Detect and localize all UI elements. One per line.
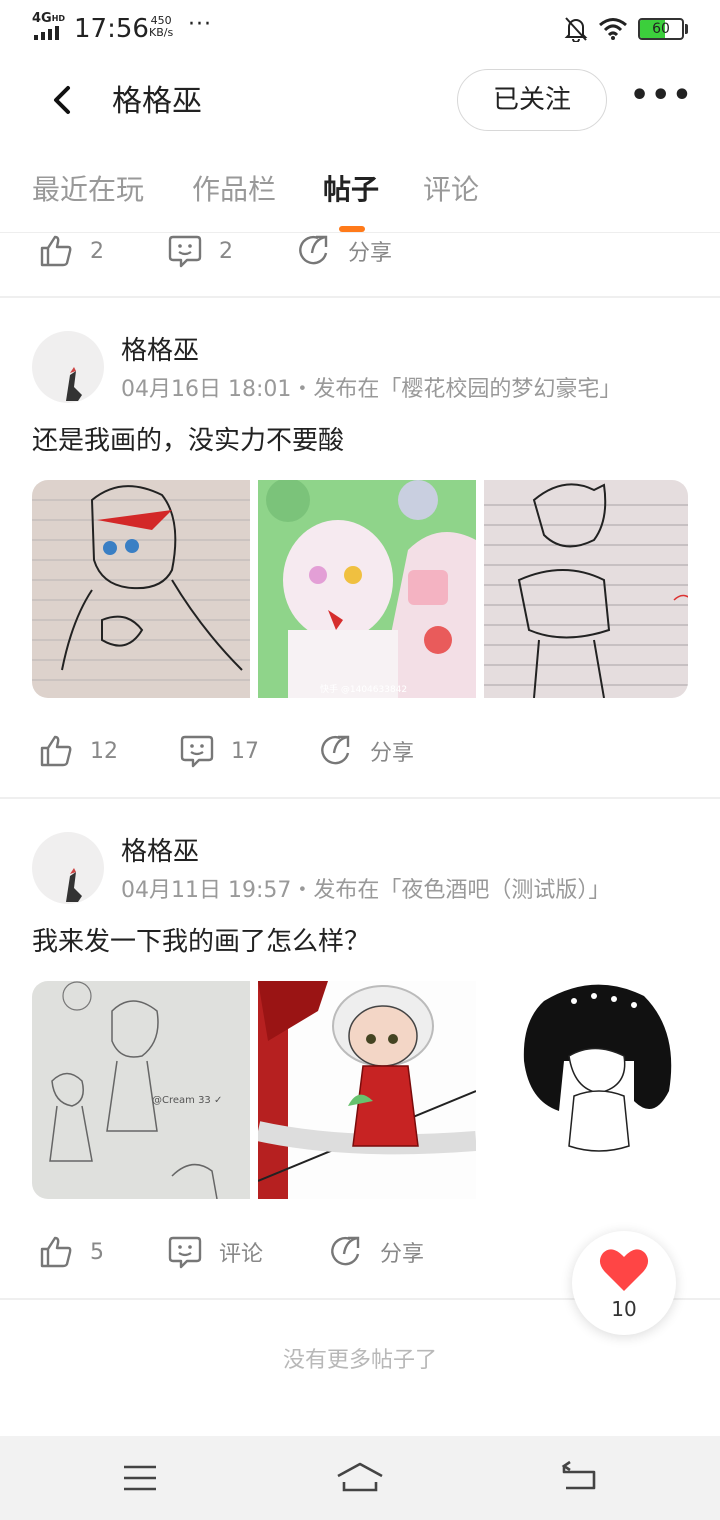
author-name[interactable]: 格格巫 [121,334,199,368]
comment-icon [180,735,214,768]
signal-icon [34,26,64,40]
avatar[interactable] [32,331,104,403]
network-speed: 450 KB/s [149,15,173,39]
share-button[interactable]: 分享 [328,1222,424,1282]
like-button[interactable]: 12 [38,721,118,781]
system-nav-bar [0,1436,720,1520]
comment-icon [168,1236,202,1269]
floating-like-button[interactable]: 10 [572,1231,676,1335]
home-icon [337,1462,383,1492]
page-title: 格格巫 [112,84,202,119]
like-count: 5 [90,1239,104,1265]
battery-cap [685,24,688,34]
like-count: 12 [90,738,118,764]
share-icon [331,1236,360,1266]
post-image[interactable] [484,480,688,698]
thumbs-up-icon [40,1236,72,1268]
back-nav-button[interactable] [550,1456,610,1500]
comment-label: 评论 [219,1242,264,1267]
post-actions: 12 17 分享 [0,721,720,781]
network-indicator: 4GHD [32,11,66,26]
tab-posts[interactable]: 帖子 [323,170,379,210]
sketch-boy-image [484,480,688,698]
like-button[interactable]: 5 [38,1222,104,1282]
post-image[interactable]: 快手 @1404633842 [258,480,476,698]
heart-icon [599,1249,649,1291]
green-hood-girl-image: 快手 @1404633842 [258,480,476,698]
post-text: 还是我画的，没实力不要酸 [32,426,345,456]
watermark-text: 快手 @1404633842 [320,683,407,695]
post-meta: 04月11日 19:57・发布在「夜色酒吧（测试版）」 [121,878,611,903]
author-name[interactable]: 格格巫 [121,835,199,869]
thumbs-up-icon [40,735,72,767]
post-image[interactable]: @Cream 33 ✓ [32,981,250,1199]
share-icon [299,235,328,265]
avatar[interactable] [32,832,104,904]
floating-like-count: 10 [611,1297,637,1321]
status-bar: 4GHD 17:56 450 KB/s ··· 60 [0,0,720,56]
tab-recently-played[interactable]: 最近在玩 [32,170,144,210]
chevron-left-icon [54,86,70,114]
clock: 17:56 [74,14,149,44]
share-label: 分享 [380,1242,425,1267]
battery-level: 60 [652,21,670,37]
avatar-image [66,868,82,902]
return-icon [561,1460,596,1490]
image-gallery: @Cream 33 ✓ [32,981,688,1199]
comment-button[interactable]: 2 [167,221,233,281]
share-label: 分享 [348,241,393,266]
more-options-button[interactable]: ••• [630,78,692,122]
sketch-signature: @Cream 33 ✓ [152,1095,222,1106]
comment-button[interactable]: 17 [179,721,259,781]
follow-button[interactable]: 已关注 [457,69,607,131]
header: 格格巫 已关注 ••• [0,56,720,148]
speed-unit: KB/s [149,26,174,39]
post-image[interactable] [32,480,250,698]
share-button[interactable]: 分享 [318,721,414,781]
like-button[interactable]: 2 [38,221,104,281]
avatar-image [66,367,82,401]
red-robe-character-image [258,981,476,1199]
tab-works[interactable]: 作品栏 [192,170,276,210]
wifi-icon [599,18,627,40]
status-right: 60 [564,16,688,42]
comment-count: 17 [231,738,259,764]
post-image[interactable] [258,981,476,1199]
network-hd-label: HD [51,14,66,23]
comment-button[interactable]: 评论 [167,1222,263,1282]
mute-bell-icon [564,17,588,42]
thumbs-up-icon [40,235,72,267]
black-hair-character-image [484,981,688,1199]
comment-icon [168,235,202,268]
post-card[interactable]: 格格巫 04月16日 18:01・发布在「樱花校园的梦幻豪宅」 还是我画的，没实… [0,298,720,798]
post-text: 我来发一下我的画了怎么样？ [32,927,371,957]
no-more-posts-text: 没有更多帖子了 [282,1348,437,1373]
status-more-icon: ··· [188,12,212,37]
pencil-sketch-image: @Cream 33 ✓ [32,981,250,1199]
like-count: 2 [90,238,104,264]
share-button[interactable]: 分享 [296,221,392,281]
tab-comments[interactable]: 评论 [423,170,479,210]
back-button[interactable] [40,78,84,122]
post-card[interactable]: 格格巫 04月11日 19:57・发布在「夜色酒吧（测试版）」 我来发一下我的画… [0,799,720,1299]
sketch-girl-image [32,480,250,698]
comment-count: 2 [219,238,233,264]
menu-icon [124,1465,156,1491]
post-actions-previous: 2 2 分享 [0,221,720,281]
post-meta: 04月16日 18:01・发布在「樱花校园的梦幻豪宅」 [121,377,622,402]
image-gallery: 快手 @1404633842 [32,480,688,698]
share-label: 分享 [370,741,415,766]
battery-icon: 60 [638,18,684,40]
menu-button[interactable] [110,1456,170,1500]
home-button[interactable] [330,1456,390,1500]
post-image[interactable] [484,981,688,1199]
share-icon [321,735,350,765]
